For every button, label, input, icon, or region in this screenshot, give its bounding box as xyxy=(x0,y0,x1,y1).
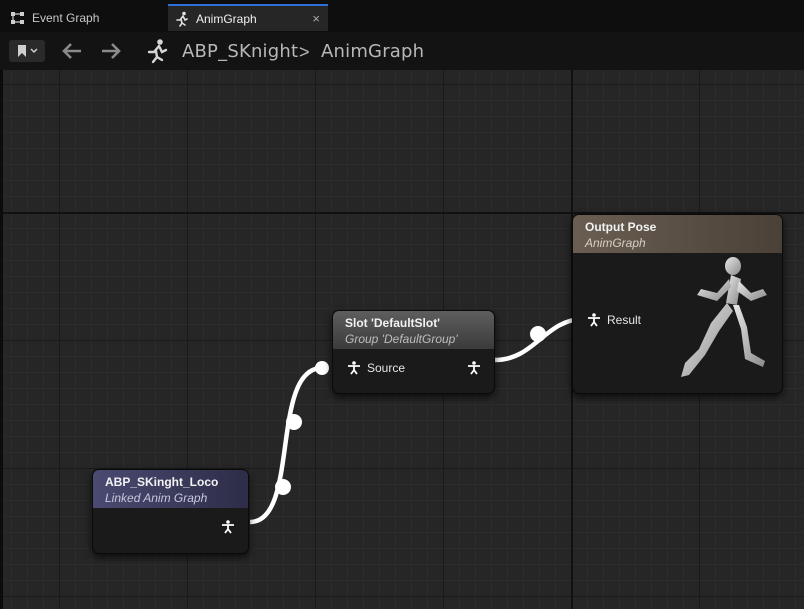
node-title: Output Pose xyxy=(585,220,657,234)
node-header[interactable]: Output Pose AnimGraph xyxy=(573,215,782,253)
pose-pin-icon xyxy=(221,520,235,534)
node-subtitle: Linked Anim Graph xyxy=(105,491,208,505)
node-header[interactable]: ABP_SKinght_Loco Linked Anim Graph xyxy=(93,470,248,508)
node-subtitle: AnimGraph xyxy=(585,236,646,250)
pose-pin-icon xyxy=(467,361,481,375)
back-arrow-icon[interactable] xyxy=(61,41,83,61)
bookmark-icon xyxy=(17,45,26,57)
breadcrumb-item-animgraph[interactable]: AnimGraph xyxy=(321,41,424,62)
chevron-down-icon xyxy=(29,48,38,54)
close-icon[interactable]: × xyxy=(312,11,320,26)
source-pin[interactable]: Source xyxy=(347,361,405,375)
graph-left-edge xyxy=(0,70,3,609)
breadcrumb-separator: > xyxy=(299,42,310,62)
output-pose-pin[interactable] xyxy=(467,361,487,375)
pose-pin-icon xyxy=(347,361,361,375)
node-title: ABP_SKinght_Loco xyxy=(105,475,219,489)
mannequin-running-icon xyxy=(681,257,767,377)
pin-label: Result xyxy=(607,313,642,327)
tab-event-graph[interactable]: Event Graph xyxy=(0,4,165,31)
tab-label: Event Graph xyxy=(32,10,100,25)
event-graph-icon xyxy=(10,10,26,26)
forward-arrow-icon[interactable] xyxy=(100,41,122,61)
tab-bar: Event Graph AnimGraph × xyxy=(0,0,804,33)
pose-pin-icon xyxy=(587,313,601,327)
output-pose-pin[interactable] xyxy=(221,520,241,534)
node-slot[interactable]: Slot 'DefaultSlot' Group 'DefaultGroup' … xyxy=(332,310,495,394)
running-man-icon xyxy=(174,11,190,27)
node-subtitle: Group 'DefaultGroup' xyxy=(345,332,458,346)
breadcrumb-bar: ABP_SKnight > AnimGraph xyxy=(0,32,804,70)
bookmark-button[interactable] xyxy=(9,40,45,62)
node-header[interactable]: Slot 'DefaultSlot' Group 'DefaultGroup' xyxy=(333,311,494,349)
pin-label: Source xyxy=(367,361,406,375)
node-title: Slot 'DefaultSlot' xyxy=(345,316,441,330)
running-man-icon xyxy=(147,39,168,64)
tab-label: AnimGraph xyxy=(196,11,257,26)
result-pin[interactable]: Result xyxy=(587,313,641,327)
breadcrumb-item-blueprint[interactable]: ABP_SKnight xyxy=(182,41,298,62)
tab-animgraph[interactable]: AnimGraph × xyxy=(168,4,328,31)
node-linked-anim-graph[interactable]: ABP_SKinght_Loco Linked Anim Graph xyxy=(92,469,249,554)
node-output-pose[interactable]: Output Pose AnimGraph Result xyxy=(572,214,783,394)
